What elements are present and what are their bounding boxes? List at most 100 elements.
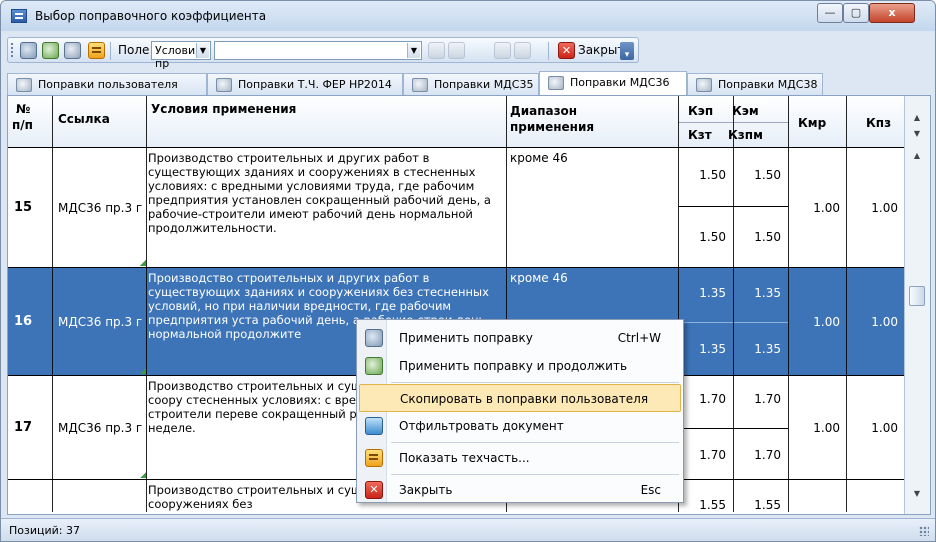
row-kmr: 1.00 bbox=[813, 201, 840, 215]
row-ref: МДС36 пр.3 г bbox=[58, 315, 143, 329]
menu-item-filter[interactable]: Отфильтровать документ bbox=[359, 412, 681, 440]
toolbar-separator bbox=[110, 42, 111, 60]
tech-part-icon[interactable] bbox=[88, 42, 105, 59]
row-kzt: 1.35 bbox=[699, 342, 726, 356]
resize-grip-icon[interactable] bbox=[919, 526, 929, 536]
search-value-input[interactable]: ▼ bbox=[214, 41, 422, 60]
row-kem: 1.35 bbox=[754, 286, 781, 300]
row-kmr: 1.00 bbox=[813, 315, 840, 329]
menu-item-label: Отфильтровать документ bbox=[399, 419, 564, 433]
table-row[interactable]: 15 МДС36 пр.3 г Производство строительны… bbox=[8, 148, 904, 268]
header-kmr[interactable]: Кмр bbox=[798, 116, 826, 130]
row-kzt: 1.50 bbox=[699, 230, 726, 244]
header-num: № bbox=[16, 102, 31, 116]
row-kem: 1.70 bbox=[754, 392, 781, 406]
row-number: 16 bbox=[14, 314, 33, 329]
column-divider bbox=[733, 96, 734, 512]
title-bar[interactable]: Выбор поправочного коэффициента — ▢ x bbox=[1, 1, 935, 31]
row-range: кроме 46 bbox=[510, 151, 568, 165]
menu-item-close[interactable]: ✕ Закрыть Esc bbox=[359, 476, 681, 504]
maximize-button[interactable]: ▢ bbox=[843, 3, 869, 23]
menu-item-show-tech-part[interactable]: Показать техчасть... bbox=[359, 444, 681, 472]
tab-mds38[interactable]: Поправки МДС38 bbox=[687, 73, 823, 95]
vertical-scrollbar[interactable]: ▲ ▼ ▲ ▼ bbox=[904, 96, 930, 514]
copy-icon[interactable] bbox=[64, 42, 81, 59]
menu-item-label: Показать техчасть... bbox=[399, 451, 530, 465]
tab-label: Поправки МДС36 bbox=[570, 76, 670, 89]
window-title: Выбор поправочного коэффициента bbox=[35, 9, 267, 23]
status-bar: Позиций: 37 bbox=[1, 518, 935, 541]
row-kzpm: 1.35 bbox=[754, 342, 781, 356]
close-icon: ✕ bbox=[558, 42, 575, 59]
scroll-down-icon[interactable]: ▼ bbox=[909, 126, 925, 142]
menu-item-copy-to-user[interactable]: Скопировать в поправки пользователя bbox=[359, 384, 681, 412]
tab-label: Поправки Т.Ч. ФЕР НР2014 bbox=[238, 78, 392, 91]
tab-fer-nr2014[interactable]: Поправки Т.Ч. ФЕР НР2014 bbox=[207, 73, 403, 95]
menu-separator bbox=[391, 474, 679, 475]
column-divider bbox=[52, 96, 53, 512]
header-kpz[interactable]: Кпз bbox=[866, 116, 891, 130]
row-kpz: 1.00 bbox=[871, 315, 898, 329]
apply-icon[interactable] bbox=[20, 42, 37, 59]
row-kzpm: 1.70 bbox=[754, 448, 781, 462]
context-menu: Применить поправку Ctrl+W Применить попр… bbox=[356, 319, 684, 503]
tab-icon bbox=[216, 78, 232, 92]
row-kep: 1.50 bbox=[699, 168, 726, 182]
tab-label: Поправки МДС38 bbox=[718, 78, 818, 91]
header-num-sub: п/п bbox=[12, 118, 33, 132]
toolbar-separator bbox=[548, 42, 549, 60]
menu-item-apply[interactable]: Применить поправку Ctrl+W bbox=[359, 324, 681, 352]
header-kep[interactable]: Кэп bbox=[688, 104, 713, 118]
row-conditions: Производство строительных и других работ… bbox=[148, 151, 491, 235]
menu-item-label: Применить поправку и продолжить bbox=[399, 359, 628, 373]
scrollbar-thumb[interactable] bbox=[909, 286, 925, 306]
row-kzpm: 1.50 bbox=[754, 230, 781, 244]
column-divider bbox=[788, 96, 789, 512]
app-icon bbox=[11, 9, 27, 23]
tab-label: Поправки МДС35 bbox=[434, 78, 534, 91]
scroll-up-icon[interactable]: ▲ bbox=[909, 148, 925, 164]
menu-item-shortcut: Ctrl+W bbox=[617, 331, 661, 345]
row-ref: МДС36 пр.3 г bbox=[58, 201, 143, 215]
tab-user-corrections[interactable]: Поправки пользователя bbox=[7, 73, 207, 95]
tab-label: Поправки пользователя bbox=[38, 78, 178, 91]
find-next-icon[interactable] bbox=[448, 42, 465, 59]
header-range[interactable]: Диапазон bbox=[510, 104, 577, 118]
header-kzt[interactable]: Кзт bbox=[688, 128, 712, 142]
menu-separator bbox=[391, 382, 679, 383]
scroll-up-icon[interactable]: ▲ bbox=[909, 110, 925, 126]
row-kzt: 1.70 bbox=[699, 448, 726, 462]
toolbar-overflow-icon[interactable]: ▾ bbox=[620, 42, 634, 60]
tab-icon bbox=[412, 78, 428, 92]
tab-mds36[interactable]: Поправки МДС36 bbox=[539, 71, 687, 95]
menu-item-label: Применить поправку bbox=[399, 331, 533, 345]
tech-part-icon bbox=[365, 449, 383, 467]
scroll-down-icon[interactable]: ▼ bbox=[909, 486, 925, 502]
toolbar-grip[interactable] bbox=[11, 43, 14, 57]
menu-item-shortcut: Esc bbox=[640, 483, 661, 497]
field-select[interactable]: Условия пр ▼ bbox=[151, 41, 211, 70]
row-kpz: 1.00 bbox=[871, 201, 898, 215]
filter-icon[interactable] bbox=[494, 42, 511, 59]
toolbar: Поле Условия пр ▼ ▼ ✕ Закрыть ▾ bbox=[7, 37, 639, 70]
row-range: кроме 46 bbox=[510, 271, 568, 285]
header-range-sub: применения bbox=[510, 120, 595, 134]
row-kep: 1.55 bbox=[699, 498, 726, 512]
column-divider bbox=[146, 96, 147, 512]
header-conditions[interactable]: Условия применения bbox=[151, 102, 296, 116]
menu-item-label: Закрыть bbox=[399, 483, 453, 497]
close-window-button[interactable]: x bbox=[869, 3, 915, 23]
minimize-button[interactable]: — bbox=[817, 3, 843, 23]
menu-separator bbox=[391, 442, 679, 443]
close-icon: ✕ bbox=[365, 481, 383, 499]
filter-icon bbox=[365, 417, 383, 435]
tab-mds35[interactable]: Поправки МДС35 bbox=[403, 73, 539, 95]
find-prev-icon[interactable] bbox=[428, 42, 445, 59]
chevron-down-icon[interactable]: ▼ bbox=[407, 43, 420, 58]
clear-filter-icon[interactable] bbox=[514, 42, 531, 59]
menu-item-apply-continue[interactable]: Применить поправку и продолжить bbox=[359, 352, 681, 380]
header-kem[interactable]: Кэм bbox=[732, 104, 759, 118]
chevron-down-icon[interactable]: ▼ bbox=[196, 43, 209, 58]
apply-continue-icon[interactable] bbox=[42, 42, 59, 59]
header-ref[interactable]: Ссылка bbox=[58, 112, 110, 126]
